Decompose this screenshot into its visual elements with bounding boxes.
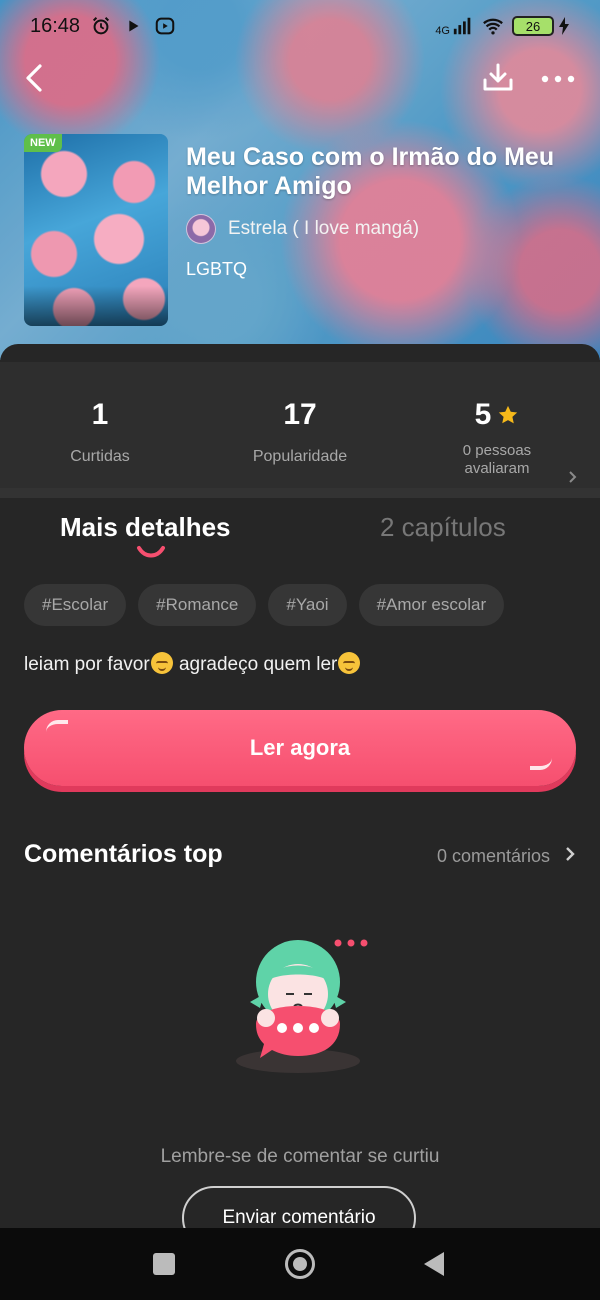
rating-value: 5 (474, 398, 492, 431)
tab-chapters[interactable]: 2 capítulos (380, 512, 506, 543)
details-panel: 1 Curtidas 17 Popularidade 5 0 pessoas a… (0, 344, 600, 1250)
more-options-icon[interactable] (536, 58, 580, 98)
recent-apps-button[interactable] (153, 1253, 175, 1275)
status-bar: 16:48 4G 26 (0, 0, 600, 52)
star-icon (499, 405, 518, 424)
likes-value: 1 (91, 398, 109, 431)
stat-likes: 1 Curtidas (0, 362, 200, 466)
alarm-icon (93, 17, 110, 35)
author-avatar (186, 214, 216, 244)
media-icon (155, 17, 175, 35)
wifi-icon (483, 18, 503, 35)
tab-details[interactable]: Mais detalhes (60, 512, 231, 543)
popularity-label: Popularidade (252, 448, 348, 465)
home-button[interactable] (285, 1249, 315, 1279)
pensive-emoji-icon (150, 652, 173, 674)
tag-chip[interactable]: #Yaoi (268, 584, 347, 626)
genre-label[interactable]: LGBTQ (186, 259, 247, 280)
system-back-button[interactable] (424, 1252, 444, 1276)
tag-chip[interactable]: #Amor escolar (358, 584, 505, 626)
tag-chip[interactable]: #Romance (138, 584, 257, 626)
tag-chip[interactable]: #Escolar (24, 584, 127, 626)
system-nav-bar (0, 1228, 600, 1300)
battery-indicator: 26 (512, 16, 570, 36)
new-badge: NEW (24, 134, 62, 152)
read-now-button[interactable]: Ler agora (24, 710, 576, 786)
chevron-right-icon[interactable] (564, 844, 576, 864)
empty-comments-text: Lembre-se de comentar se curtiu (160, 1146, 440, 1167)
read-now-label: Ler agora (249, 735, 351, 760)
comments-title: Comentários top (24, 840, 223, 868)
status-time: 16:48 (30, 14, 81, 37)
section-divider (0, 488, 600, 498)
signal-icon (453, 17, 471, 35)
book-title: Meu Caso com o Irmão do Meu Melhor Amigo (186, 143, 555, 200)
book-description: leiam por favor agradeço quem ler (24, 652, 361, 676)
back-icon[interactable] (18, 58, 54, 98)
author-link[interactable]: Estrela ( I love mangá) (186, 214, 419, 244)
charging-icon (559, 17, 569, 35)
popularity-value: 17 (283, 398, 317, 431)
network-type: 4G (435, 25, 450, 37)
chevron-right-icon[interactable] (568, 470, 578, 484)
stat-popularity: 17 Popularidade (200, 362, 400, 466)
tag-list: #Escolar #Romance #Yaoi #Amor escolar (24, 584, 505, 626)
description-text-2: agradeço quem ler (173, 654, 338, 675)
tab-bar: Mais detalhes 2 capítulos (0, 506, 600, 566)
top-toolbar (0, 54, 600, 104)
rating-label-line2: avaliaram (464, 460, 530, 477)
smiling-emoji-icon (338, 652, 361, 674)
rating-label-line1: 0 pessoas (462, 442, 532, 459)
empty-comments-mascot (236, 939, 368, 1073)
author-name: Estrela ( I love mangá) (228, 218, 420, 239)
play-icon (129, 20, 139, 32)
comments-count-link[interactable]: 0 comentários (437, 846, 550, 867)
stats-bar: 1 Curtidas 17 Popularidade 5 0 pessoas a… (0, 362, 600, 488)
comments-header: Comentários top 0 comentários (24, 834, 576, 874)
stat-rating[interactable]: 5 0 pessoas avaliaram (397, 362, 597, 478)
tab-active-indicator (137, 546, 165, 558)
download-icon[interactable] (478, 58, 518, 98)
description-text-1: leiam por favor (24, 654, 150, 675)
book-cover[interactable]: NEW (24, 134, 168, 326)
likes-label: Curtidas (70, 448, 130, 465)
